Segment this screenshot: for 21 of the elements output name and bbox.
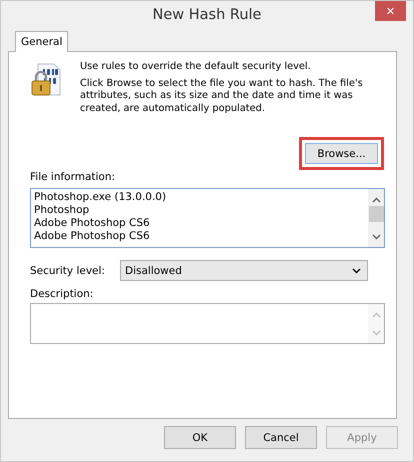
list-item[interactable]: Adobe Photoshop CS6 xyxy=(34,217,365,230)
dialog-button[interactable]: OK xyxy=(164,426,236,449)
dialog-button[interactable]: Cancel xyxy=(245,426,317,449)
scrollbar[interactable] xyxy=(368,189,384,247)
close-button[interactable]: ✕ xyxy=(375,1,406,21)
scroll-up-icon[interactable] xyxy=(372,197,380,203)
list-item[interactable]: Photoshop xyxy=(34,204,365,217)
browse-button[interactable]: Browse... xyxy=(305,143,378,164)
field-label: File information: xyxy=(30,171,116,183)
security-level-dropdown[interactable]: Disallowed xyxy=(120,260,368,281)
description-text: Use rules to override the default security level. xyxy=(80,61,312,74)
description-text: Click Browse to select the file you want to hash. The file's attributes, such as its size and the date and time it was created, are automatically populated. xyxy=(80,78,364,115)
file-info-list[interactable]: Photoshop.exe (13.0.0.0) Photoshop Adobe Photoshop CS6 Adobe Photoshop CS6 xyxy=(30,188,385,248)
list-item[interactable]: Adobe Photoshop CS6 xyxy=(34,230,365,243)
field-label: Description: xyxy=(30,288,94,300)
window-title: New Hash Rule xyxy=(152,7,262,23)
lock-document-icon xyxy=(30,63,62,97)
list-item[interactable]: Photoshop.exe (13.0.0.0) xyxy=(34,191,365,204)
tab[interactable]: General xyxy=(15,31,68,52)
field-label: Security level: xyxy=(30,264,106,276)
chevron-down-icon[interactable] xyxy=(352,268,361,274)
